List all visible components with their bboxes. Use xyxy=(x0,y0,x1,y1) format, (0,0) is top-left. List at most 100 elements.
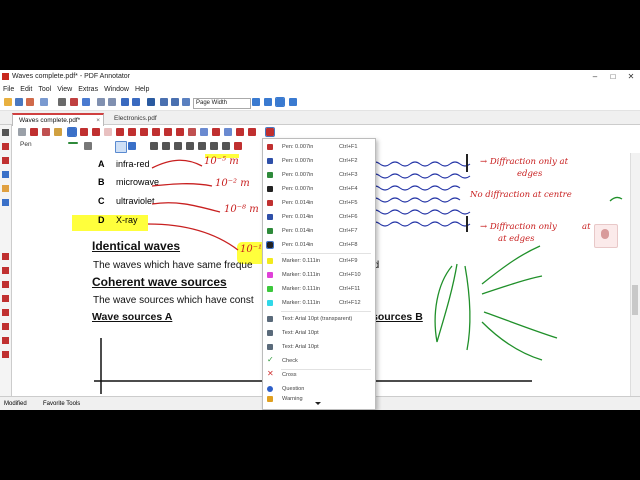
open-folder-icon[interactable] xyxy=(4,98,12,106)
zoom-icon[interactable] xyxy=(182,98,190,106)
print-icon[interactable] xyxy=(58,98,66,106)
scrollbar-thumb[interactable] xyxy=(632,285,638,315)
sidebar-heart-icon[interactable] xyxy=(2,253,9,260)
pen-label: Pen xyxy=(20,141,32,148)
vertical-scrollbar[interactable] xyxy=(630,153,640,399)
favorite-item-marker-green[interactable]: Marker: 0.111in Ctrl+F11 xyxy=(263,283,375,296)
favorite-item-cross[interactable]: ✕ Cross xyxy=(263,369,375,382)
italic-icon[interactable] xyxy=(162,142,170,150)
sidebar-marker-icon[interactable] xyxy=(2,281,9,288)
align-center-icon[interactable] xyxy=(198,142,206,150)
maximize-button[interactable]: □ xyxy=(604,70,622,84)
cut-icon[interactable] xyxy=(97,98,105,106)
fit-width-icon[interactable] xyxy=(252,98,260,106)
paste-icon[interactable] xyxy=(108,98,116,106)
favorite-item-pen-green-014[interactable]: Pen: 0.014in Ctrl+F7 xyxy=(263,225,375,238)
align-left-icon[interactable] xyxy=(186,142,194,150)
pen-style-icon[interactable] xyxy=(115,141,127,153)
menu-window[interactable]: Window xyxy=(101,84,132,95)
note-icon[interactable] xyxy=(200,128,208,136)
email-icon[interactable] xyxy=(82,98,90,106)
underline-icon[interactable] xyxy=(174,142,182,150)
continuous-view-icon[interactable] xyxy=(275,97,285,107)
bold-icon[interactable] xyxy=(150,142,158,150)
red-pen-icon[interactable] xyxy=(80,128,88,136)
sidebar-highlighter-icon[interactable] xyxy=(2,157,9,164)
pen-width-icon[interactable] xyxy=(128,142,136,150)
favorite-item-marker-magenta[interactable]: Marker: 0.111in Ctrl+F10 xyxy=(263,269,375,282)
align-right-icon[interactable] xyxy=(210,142,218,150)
fill-icon[interactable] xyxy=(234,142,242,150)
image-icon[interactable] xyxy=(212,128,220,136)
sidebar-eraser-icon[interactable] xyxy=(2,295,9,302)
sidebar-select-icon[interactable] xyxy=(2,129,9,136)
menu-edit[interactable]: Edit xyxy=(17,84,35,95)
favorite-item-pen-blue-014[interactable]: Pen: 0.014in Ctrl+F6 xyxy=(263,211,375,224)
highlighter-icon[interactable] xyxy=(54,128,62,136)
rectangle-tool-icon[interactable] xyxy=(152,128,160,136)
redo-icon[interactable] xyxy=(132,98,140,106)
color-dropdown-icon[interactable] xyxy=(84,142,92,150)
select-icon[interactable] xyxy=(18,128,26,136)
next-page-icon[interactable] xyxy=(171,98,179,106)
favorite-item-pen-green-007[interactable]: Pen: 0.007in Ctrl+F3 xyxy=(263,169,375,182)
save-as-icon[interactable] xyxy=(40,98,48,106)
menu-view[interactable]: View xyxy=(54,84,75,95)
text-box-icon[interactable] xyxy=(104,128,112,136)
menu-help[interactable]: Help xyxy=(132,84,152,95)
favorite-item-marker-cyan[interactable]: Marker: 0.111in Ctrl+F12 xyxy=(263,297,375,310)
sidebar-link-icon[interactable] xyxy=(2,185,9,192)
sidebar-attachment-icon[interactable] xyxy=(2,351,9,358)
sidebar-text-icon[interactable] xyxy=(2,171,9,178)
sidebar-stamp2-icon[interactable] xyxy=(2,323,9,330)
sidebar-stamp-icon[interactable] xyxy=(2,267,9,274)
ruler-icon[interactable] xyxy=(224,128,232,136)
checkmark-tool-icon[interactable] xyxy=(236,128,244,136)
menu-tool[interactable]: Tool xyxy=(35,84,54,95)
line-tool-icon[interactable] xyxy=(128,128,136,136)
eraser-icon[interactable] xyxy=(30,128,38,136)
link-icon[interactable] xyxy=(188,128,196,136)
favorite-item-pen-blue-007[interactable]: Pen: 0.007in Ctrl+F2 xyxy=(263,155,375,168)
export-pdf-icon[interactable] xyxy=(70,98,78,106)
tab-electronics[interactable]: Electronics.pdf xyxy=(108,113,190,124)
menu-extras[interactable]: Extras xyxy=(75,84,101,95)
polygon-tool-icon[interactable] xyxy=(176,128,184,136)
sidebar-note-icon[interactable] xyxy=(2,337,9,344)
shape-icon[interactable] xyxy=(222,142,230,150)
stamp-icon[interactable] xyxy=(42,128,50,136)
pen-tool-icon[interactable] xyxy=(67,127,77,137)
close-doc-icon[interactable] xyxy=(26,98,34,106)
favorite-item-text-2[interactable]: Text: Arial 10pt xyxy=(263,341,375,354)
text-tool-icon[interactable] xyxy=(116,128,124,136)
previous-page-icon[interactable] xyxy=(160,98,168,106)
favorite-item-marker-yellow[interactable]: Marker: 0.111in Ctrl+F9 xyxy=(263,255,375,268)
sidebar-page-icon[interactable] xyxy=(2,199,9,206)
favorite-item-text-transparent[interactable]: Text: Arial 10pt (transparent) xyxy=(263,313,375,326)
favorite-item-pen-black-007[interactable]: Pen: 0.007in Ctrl+F4 xyxy=(263,183,375,196)
handwritten-diffraction-edges-1: → Diffraction only at xyxy=(480,157,568,167)
binoculars-icon[interactable] xyxy=(147,98,155,106)
minimize-button[interactable]: – xyxy=(586,70,604,84)
marker-tool-icon[interactable] xyxy=(92,128,100,136)
favorite-item-check[interactable]: ✓ Check xyxy=(263,355,375,368)
ellipse-tool-icon[interactable] xyxy=(164,128,172,136)
favorite-item-pen-red-007[interactable]: Pen: 0.007in Ctrl+F1 xyxy=(263,141,375,154)
arrow-tool-icon[interactable] xyxy=(140,128,148,136)
undo-icon[interactable] xyxy=(121,98,129,106)
sidebar-pen-icon[interactable] xyxy=(2,143,9,150)
sidebar-shape-icon[interactable] xyxy=(2,309,9,316)
cross-tool-icon[interactable] xyxy=(248,128,256,136)
zoom-select[interactable]: Page Width xyxy=(193,98,251,109)
fit-page-icon[interactable] xyxy=(264,98,272,106)
more-items-chevron-icon[interactable] xyxy=(315,402,321,405)
favorites-heart-icon[interactable] xyxy=(265,127,275,137)
pen-color-swatch[interactable] xyxy=(68,142,78,144)
favorite-item-pen-black-014[interactable]: Pen: 0.014in Ctrl+F8 xyxy=(263,239,375,252)
favorite-item-pen-red-014[interactable]: Pen: 0.014in Ctrl+F5 xyxy=(263,197,375,210)
save-icon[interactable] xyxy=(15,98,23,106)
favorite-item-text-1[interactable]: Text: Arial 10pt xyxy=(263,327,375,340)
menu-file[interactable]: File xyxy=(0,84,17,95)
close-button[interactable]: ✕ xyxy=(622,70,640,84)
single-page-view-icon[interactable] xyxy=(289,98,297,106)
